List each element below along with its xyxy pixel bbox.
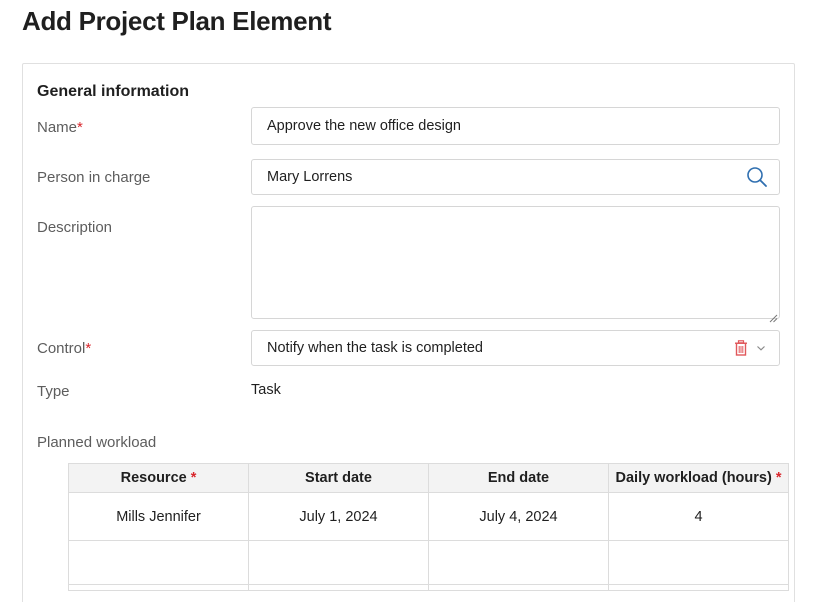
name-label: Name*	[37, 119, 83, 136]
control-required-mark: *	[85, 340, 92, 357]
cell-empty[interactable]	[428, 540, 609, 585]
description-textarea[interactable]	[251, 206, 780, 319]
planned-workload-label: Planned workload	[37, 434, 157, 451]
type-value: Task	[251, 382, 281, 398]
cell-start-date[interactable]: July 1, 2024	[248, 492, 429, 541]
cell-empty[interactable]	[248, 540, 429, 585]
type-label: Type	[37, 383, 70, 400]
cell-empty	[248, 584, 429, 591]
person-in-charge-field[interactable]: Mary Lorrens	[251, 159, 780, 195]
workload-table: Resource * Start date End date Daily wor…	[68, 463, 789, 591]
cell-empty	[608, 584, 789, 591]
column-header-end-date[interactable]: End date	[428, 463, 609, 493]
column-header-daily-workload[interactable]: Daily workload (hours) *	[608, 463, 789, 493]
name-required-mark: *	[77, 119, 83, 136]
name-field[interactable]: Approve the new office design	[251, 107, 780, 145]
control-value: Notify when the task is completed	[267, 340, 483, 356]
name-value: Approve the new office design	[267, 118, 462, 134]
chevron-down-icon[interactable]	[756, 343, 766, 353]
cell-empty[interactable]	[68, 540, 249, 585]
column-header-start-date[interactable]: Start date	[248, 463, 429, 493]
cell-end-date[interactable]: July 4, 2024	[428, 492, 609, 541]
person-value: Mary Lorrens	[267, 169, 353, 185]
general-info-panel: General information Name* Approve the ne…	[22, 63, 795, 602]
person-label: Person in charge	[37, 169, 151, 186]
trash-icon[interactable]	[734, 340, 748, 356]
table-row-partial	[68, 584, 789, 591]
resize-handle-icon[interactable]	[769, 310, 778, 323]
cell-empty	[428, 584, 609, 591]
table-header-row: Resource * Start date End date Daily wor…	[68, 463, 789, 493]
cell-daily-workload[interactable]: 4	[608, 492, 789, 541]
page-title: Add Project Plan Element	[22, 6, 332, 36]
cell-empty	[68, 584, 249, 591]
column-header-resource[interactable]: Resource *	[68, 463, 249, 493]
control-select[interactable]: Notify when the task is completed	[251, 330, 780, 366]
section-title: General information	[37, 83, 190, 100]
table-row-empty[interactable]	[68, 540, 789, 585]
table-row[interactable]: Mills Jennifer July 1, 2024 July 4, 2024…	[68, 492, 789, 541]
control-label: Control*	[37, 340, 92, 357]
description-label: Description	[37, 219, 113, 236]
cell-empty[interactable]	[608, 540, 789, 585]
cell-resource[interactable]: Mills Jennifer	[68, 492, 249, 541]
search-icon[interactable]	[746, 166, 768, 188]
